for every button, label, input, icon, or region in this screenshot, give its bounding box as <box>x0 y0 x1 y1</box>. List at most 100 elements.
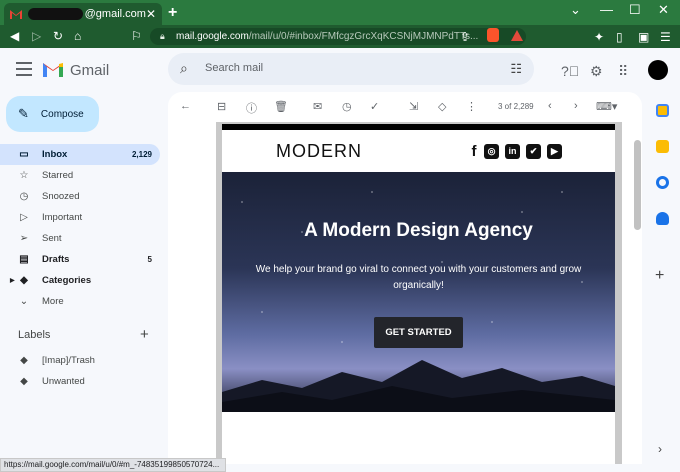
sidebar-icon[interactable]: ▯ <box>616 30 623 44</box>
newer-chevron-icon[interactable]: ‹ <box>548 100 552 112</box>
share-icon[interactable]: ⇪ <box>460 30 470 44</box>
archive-icon[interactable]: ⊟ <box>217 100 226 113</box>
nav-item-starred[interactable]: ☆ Starred <box>0 165 160 186</box>
tab-title: @gmail.com <box>84 8 146 20</box>
reload-icon[interactable]: ↻ <box>53 29 63 43</box>
more-options-icon[interactable]: ⋮ <box>466 100 477 113</box>
label-name: [Imap]/Trash <box>42 355 95 366</box>
extensions-icon[interactable]: ✦ <box>594 30 604 44</box>
linkedin-icon[interactable]: in <box>505 144 520 159</box>
menu-icon[interactable]: ☰ <box>660 30 671 44</box>
label-icon: ◆ <box>20 275 28 286</box>
nav-item-snoozed[interactable]: ◷ Snoozed <box>0 186 160 207</box>
bookmark-icon[interactable]: ⚐ <box>131 29 142 43</box>
message-scrollbar[interactable] <box>634 140 641 230</box>
forward-icon[interactable]: ▷ <box>32 29 41 43</box>
report-spam-icon[interactable]: ⓘ <box>246 100 257 116</box>
search-bar[interactable]: ⌕ Search mail ☷ <box>168 53 534 85</box>
nav-label: More <box>42 296 64 307</box>
youtube-icon[interactable]: ▶ <box>547 144 562 159</box>
nav-count: 2,129 <box>131 150 152 159</box>
nav-label: Snoozed <box>42 191 80 202</box>
facebook-icon[interactable]: f <box>470 144 478 159</box>
email-body: MODERN f ◎ in ✔ ▶ A Modern Design Agency… <box>222 124 615 464</box>
gmail-logo-icon[interactable] <box>43 61 63 77</box>
help-icon[interactable]: ?⃝ <box>561 63 579 79</box>
social-links: f ◎ in ✔ ▶ <box>470 144 562 159</box>
search-options-icon[interactable]: ☷ <box>510 61 522 77</box>
gmail-header: Gmail ⌕ Search mail ☷ ?⃝ ⚙ ⠿ <box>0 48 680 92</box>
show-side-panel-icon[interactable]: › <box>658 442 662 456</box>
get-started-button[interactable]: GET STARTED <box>374 317 463 348</box>
back-arrow-icon[interactable]: ← <box>180 100 191 112</box>
brave-shields-icon[interactable] <box>487 28 499 42</box>
tab-close-icon[interactable]: ✕ <box>146 7 156 21</box>
settings-gear-icon[interactable]: ⚙ <box>590 63 603 80</box>
nav-item-more[interactable]: ⌄ More <box>0 291 160 312</box>
home-icon[interactable]: ⌂ <box>74 29 81 43</box>
input-tools-icon[interactable]: ⌨▾ <box>596 100 617 113</box>
pencil-icon: ✎ <box>18 106 29 121</box>
contacts-icon[interactable] <box>656 212 669 225</box>
snooze-icon[interactable]: ◷ <box>342 100 352 113</box>
message-pane: ← ⊟ ⓘ 🗑︎ ✉ ◷ ✓ ⇲ ◇ ⋮ 3 of 2,289 ‹ › ⌨▾ M… <box>168 92 642 464</box>
calendar-icon[interactable] <box>656 104 669 117</box>
url-path: /mail/u/0/#inbox/FMfcgzGrcXqKCSNjMJMNPdT… <box>248 31 479 42</box>
compose-label: Compose <box>40 108 84 120</box>
apps-grid-icon[interactable]: ⠿ <box>618 63 628 80</box>
nav-count: 5 <box>147 255 152 264</box>
nav-item-important[interactable]: ▷ Important <box>0 207 160 228</box>
move-to-icon[interactable]: ⇲ <box>409 100 418 113</box>
label-name: Unwanted <box>42 376 85 387</box>
gmail-favicon-icon <box>10 9 22 19</box>
nav-item-inbox[interactable]: ▭ Inbox 2,129 <box>0 144 160 165</box>
twitter-icon[interactable]: ✔ <box>526 144 541 159</box>
add-task-icon[interactable]: ✓ <box>370 100 379 113</box>
search-icon[interactable]: ⌕ <box>180 60 188 77</box>
chevron-down-icon[interactable]: ⌄ <box>570 2 581 18</box>
maximize-icon[interactable]: ☐ <box>629 2 641 18</box>
mail-nav: ▭ Inbox 2,129 ☆ Starred ◷ Snoozed ▷ Impo… <box>0 144 160 312</box>
keep-icon[interactable] <box>656 140 669 153</box>
nav-item-categories[interactable]: ▶ ◆ Categories <box>0 270 160 291</box>
nav-label: Sent <box>42 233 62 244</box>
minimize-icon[interactable]: — <box>600 2 613 17</box>
mark-unread-icon[interactable]: ✉ <box>313 100 322 113</box>
label-item-trash[interactable]: ◆ [Imap]/Trash <box>0 350 160 371</box>
pagination-text: 3 of 2,289 <box>498 102 534 111</box>
browser-tab[interactable]: @gmail.com ✕ <box>4 3 162 25</box>
window-close-icon[interactable]: ✕ <box>658 2 669 18</box>
get-addons-icon[interactable]: + <box>655 267 664 285</box>
expand-arrow-icon[interactable]: ▶ <box>10 277 15 284</box>
add-label-icon[interactable]: + <box>140 326 149 343</box>
label-tag-icon: ◆ <box>20 355 28 366</box>
search-input[interactable]: Search mail <box>205 62 263 74</box>
label-tag-icon: ◆ <box>20 376 28 387</box>
older-chevron-icon[interactable]: › <box>574 100 578 112</box>
star-icon: ☆ <box>19 170 29 181</box>
compose-button[interactable]: ✎ Compose <box>6 96 99 132</box>
draft-icon: ▤ <box>19 254 29 265</box>
side-panel-rail: + › <box>646 92 680 472</box>
instagram-icon[interactable]: ◎ <box>484 144 499 159</box>
label-item-unwanted[interactable]: ◆ Unwanted <box>0 371 160 392</box>
nav-item-drafts[interactable]: ▤ Drafts 5 <box>0 249 160 270</box>
labels-heading: Labels <box>18 329 51 341</box>
delete-icon[interactable]: 🗑︎ <box>274 100 288 113</box>
hero-headline: A Modern Design Agency <box>304 220 533 241</box>
tasks-icon[interactable] <box>656 176 669 189</box>
account-avatar[interactable] <box>648 60 668 80</box>
labels-icon[interactable]: ◇ <box>438 100 446 113</box>
clock-icon: ◷ <box>19 191 29 202</box>
wallet-icon[interactable]: ▣ <box>638 30 649 44</box>
main-menu-icon[interactable] <box>16 62 32 80</box>
nav-label: Starred <box>42 170 74 181</box>
browser-tab-strip: @gmail.com ✕ + ⌄ — ☐ ✕ <box>0 0 680 25</box>
mountain-silhouette <box>222 360 615 412</box>
brave-rewards-icon[interactable] <box>511 30 523 41</box>
send-icon: ➢ <box>19 233 29 244</box>
nav-label: Categories <box>42 275 92 286</box>
nav-item-sent[interactable]: ➢ Sent <box>0 228 160 249</box>
new-tab-icon[interactable]: + <box>168 4 177 22</box>
back-icon[interactable]: ◀ <box>10 29 19 43</box>
